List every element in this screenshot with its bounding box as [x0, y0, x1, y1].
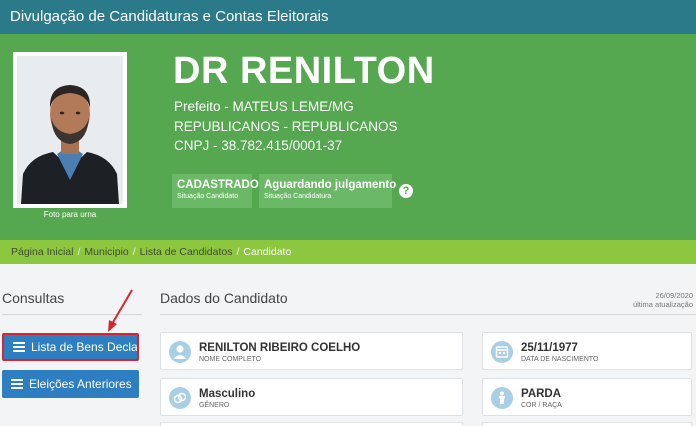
breadcrumb-current: Candidato	[243, 246, 292, 258]
field-full-name: RENILTON RIBEIRO COELHO NOME COMPLETO	[160, 332, 463, 370]
breadcrumb-candidate-list[interactable]: Lista de Candidatos	[140, 246, 233, 258]
breadcrumb-home[interactable]: Página Inicial	[11, 246, 73, 258]
breadcrumb: Página Inicial / Municipio / Lista de Candid…	[0, 240, 696, 264]
consultas-heading: Consultas	[2, 290, 65, 306]
red-arrow-annotation	[108, 289, 133, 332]
user-icon	[169, 341, 191, 363]
breadcrumb-separator: /	[236, 246, 240, 258]
race-label: COR / RAÇA	[521, 402, 562, 409]
field-race: PARDA COR / RAÇA	[482, 378, 692, 416]
full-name-label: NOME COMPLETO	[199, 356, 262, 363]
last-update-label: última atualização	[632, 300, 693, 309]
field-birth-date: 25/11/1977 DATA DE NASCIMENTO	[482, 332, 692, 370]
help-icon[interactable]: ?	[399, 184, 413, 198]
next-card-edge	[160, 422, 463, 426]
gender-label: GÊNERO	[199, 402, 230, 409]
birth-date-label: DATA DE NASCIMENTO	[521, 356, 599, 363]
race-value: PARDA	[521, 388, 562, 400]
breadcrumb-municipio[interactable]: Municipio	[84, 246, 128, 258]
status-badge-candidacy: Aguardando julgamento Situação Candidatu…	[259, 174, 397, 208]
button-label: Lista de Bens Declarados	[31, 340, 138, 354]
candidate-data-heading: Dados do Candidato	[160, 290, 288, 306]
calendar-icon	[491, 341, 513, 363]
candidate-party: REPUBLICANOS - REPUBLICANOS	[174, 119, 398, 134]
candidate-photo	[13, 52, 127, 208]
top-bar: Divulgação de Candidaturas e Contas Elei…	[0, 0, 696, 34]
full-name-value: RENILTON RIBEIRO COELHO	[199, 342, 361, 354]
person-icon	[491, 387, 513, 409]
candidate-cnpj: CNPJ - 38.782.415/0001-37	[174, 138, 343, 153]
last-update-date: 26/09/2020	[655, 291, 693, 300]
birth-date-value: 25/11/1977	[521, 342, 578, 354]
photo-caption: Foto para urna	[43, 210, 97, 219]
declared-assets-button[interactable]: Lista de Bens Declarados	[2, 333, 139, 361]
previous-elections-button[interactable]: Eleições Anteriores	[2, 370, 139, 398]
candidate-name: DR RENILTON	[173, 50, 435, 92]
status-value: Aguardando julgamento	[264, 179, 397, 191]
gender-value: Masculino	[199, 388, 256, 400]
gender-icon	[169, 387, 191, 409]
candidate-header: Foto para urna DR RENILTON Prefeito - MA…	[0, 34, 696, 240]
button-label: Eleições Anteriores	[29, 377, 132, 391]
field-gender: Masculino GÊNERO	[160, 378, 463, 416]
breadcrumb-separator: /	[132, 246, 136, 258]
status-label: Situação Candidato	[177, 193, 239, 200]
candidate-portrait-image	[17, 56, 123, 204]
divider	[160, 314, 696, 315]
next-card-edge	[482, 422, 692, 426]
status-label: Situação Candidatura	[264, 193, 332, 200]
app-title: Divulgação de Candidaturas e Contas Elei…	[10, 8, 329, 25]
status-value: CADASTRADO	[177, 179, 259, 191]
breadcrumb-separator: /	[77, 246, 81, 258]
list-icon	[11, 379, 23, 389]
status-badge-candidate: CADASTRADO Situação Candidato	[172, 174, 259, 208]
list-icon	[13, 342, 25, 352]
candidate-office: Prefeito - MATEUS LEME/MG	[174, 99, 354, 114]
